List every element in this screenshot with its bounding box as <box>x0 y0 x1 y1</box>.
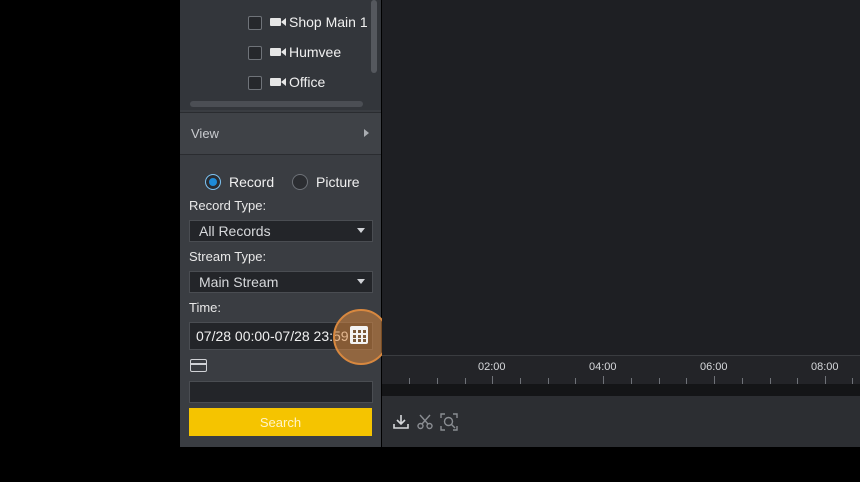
camera-icon <box>270 78 286 86</box>
picture-radio[interactable] <box>292 174 308 190</box>
device-row-shop-main-1[interactable]: Shop Main 1 <box>180 8 370 38</box>
picture-radio-label[interactable]: Picture <box>316 174 360 190</box>
device-label: Shop Main 1 <box>289 14 368 30</box>
card-icon <box>190 359 207 372</box>
capture-icon[interactable] <box>440 413 458 431</box>
record-type-label: Record Type: <box>189 198 267 213</box>
stream-type-value: Main Stream <box>199 274 279 290</box>
camera-icon <box>270 18 286 26</box>
device-row-partial[interactable] <box>180 0 370 8</box>
timeline[interactable]: 02:00 04:00 06:00 08:00 <box>382 355 860 396</box>
camera-icon <box>270 48 286 56</box>
timeline-label: 08:00 <box>811 361 839 373</box>
record-type-select[interactable]: All Records <box>189 220 373 242</box>
view-section-toggle[interactable]: View <box>180 112 381 155</box>
chevron-right-icon <box>364 129 369 137</box>
timeline-tick <box>492 376 493 384</box>
chevron-down-icon <box>357 279 365 284</box>
timeline-label: 02:00 <box>478 361 506 373</box>
chevron-down-icon <box>357 228 365 233</box>
record-radio-label[interactable]: Record <box>229 174 274 190</box>
timeline-tick <box>603 376 604 384</box>
device-row-office[interactable]: Office <box>180 68 370 98</box>
timeline-tick <box>714 376 715 384</box>
device-checkbox[interactable] <box>248 16 262 30</box>
device-label: Office <box>289 74 326 90</box>
playback-toolbar <box>382 396 860 447</box>
time-label: Time: <box>189 300 222 315</box>
device-checkbox[interactable] <box>248 76 262 90</box>
scissors-icon[interactable] <box>416 413 434 431</box>
device-list-hscrollbar[interactable] <box>190 101 363 107</box>
device-list: Shop Main 1 Humvee Office <box>180 0 381 110</box>
search-button-label: Search <box>259 415 302 430</box>
timeline-track[interactable] <box>382 384 860 396</box>
record-type-value: All Records <box>199 223 271 239</box>
timeline-label: 04:00 <box>589 361 617 373</box>
download-icon[interactable] <box>392 413 410 431</box>
view-label: View <box>191 126 219 141</box>
stream-type-select[interactable]: Main Stream <box>189 271 373 293</box>
device-list-scrollbar[interactable] <box>371 0 377 73</box>
search-button[interactable]: Search <box>189 408 372 436</box>
stream-type-label: Stream Type: <box>189 249 267 264</box>
time-range-value: 07/28 00:00-07/28 23:59 <box>196 328 349 344</box>
card-number-input[interactable] <box>189 381 373 403</box>
video-playback-area[interactable] <box>382 0 860 355</box>
device-label: Humvee <box>289 44 342 60</box>
timeline-tick <box>825 376 826 384</box>
calendar-icon[interactable] <box>350 326 368 344</box>
device-checkbox[interactable] <box>248 46 262 60</box>
record-radio[interactable] <box>205 174 221 190</box>
timeline-label: 06:00 <box>700 361 728 373</box>
device-row-humvee[interactable]: Humvee <box>180 38 370 68</box>
